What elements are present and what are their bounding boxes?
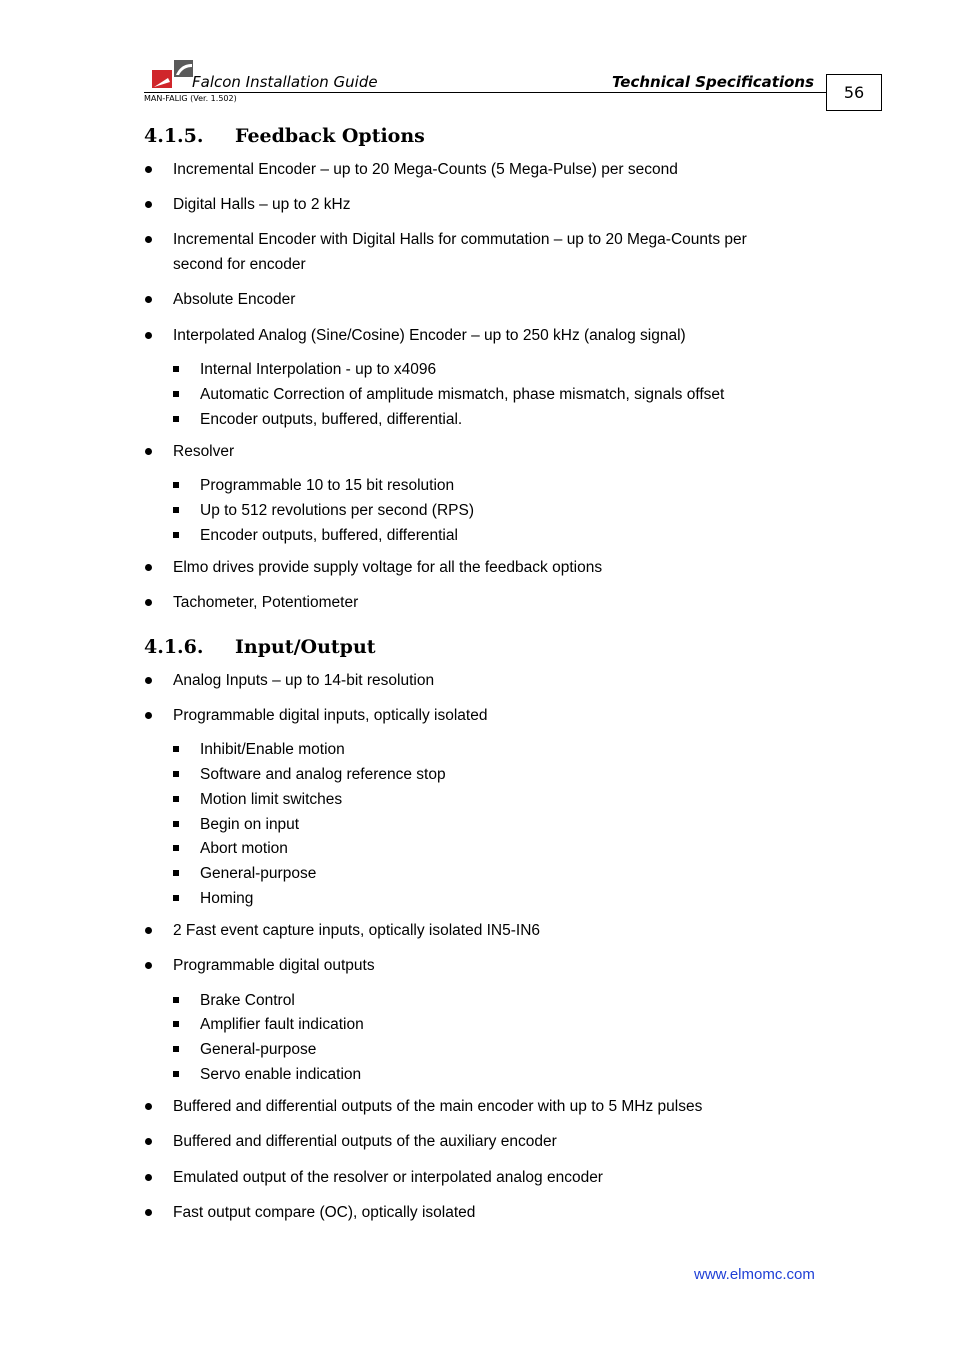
list-item-text: 2 Fast event capture inputs, optically i… [173, 922, 541, 939]
bullet-icon [144, 157, 152, 173]
sub-list-item-text: Amplifier fault indication [200, 1016, 364, 1033]
page-header: Falcon Installation Guide Technical Spec… [144, 56, 882, 116]
list-item-text: Incremental Encoder – up to 20 Mega-Coun… [173, 161, 678, 178]
list-item-text: Buffered and differential outputs of the… [173, 1098, 703, 1115]
square-bullet-icon [173, 771, 179, 777]
section-heading-input-output: 4.1.6. Input/Output [144, 636, 376, 658]
list-item-text: Absolute Encoder [173, 291, 296, 308]
section-number: 4.1.6. [144, 636, 204, 658]
header-section-title: Technical Specifications [611, 73, 814, 91]
square-bullet-icon [173, 391, 179, 397]
website-link[interactable]: www.elmomc.com [694, 1266, 815, 1283]
sub-list-item-text: Automatic Correction of amplitude mismat… [200, 386, 725, 403]
bullet-icon [144, 918, 152, 934]
section-number: 4.1.5. [144, 125, 204, 147]
sub-list-item-text: Motion limit switches [200, 791, 343, 808]
bullet-icon [144, 227, 152, 243]
sub-list-item-text: Begin on input [200, 816, 300, 833]
square-bullet-icon [173, 507, 179, 513]
bullet-icon [144, 953, 152, 969]
list-item-text: Fast output compare (OC), optically isol… [173, 1204, 476, 1221]
list-item-text: Tachometer, Potentiometer [173, 594, 359, 611]
square-bullet-icon [173, 366, 179, 372]
list-item-text: Emulated output of the resolver or inter… [173, 1169, 603, 1186]
square-bullet-icon [173, 746, 179, 752]
guide-title: Falcon Installation Guide [192, 73, 378, 91]
sub-list-item-text: Up to 512 revolutions per second (RPS) [200, 502, 474, 519]
square-bullet-icon [173, 796, 179, 802]
section-heading-feedback-options: 4.1.5. Feedback Options [144, 125, 425, 147]
page-number: 56 [826, 74, 882, 111]
bullet-icon [144, 192, 152, 208]
list-item-text: Incremental Encoder with Digital Halls f… [173, 231, 747, 273]
square-bullet-icon [173, 845, 179, 851]
bullet-icon [144, 1094, 152, 1110]
section-title: Feedback Options [235, 125, 425, 147]
list-item-text: Analog Inputs – up to 14-bit resolution [173, 672, 435, 689]
list-item-text: Programmable digital inputs, optically i… [173, 707, 488, 724]
list-item-text: Interpolated Analog (Sine/Cosine) Encode… [173, 327, 686, 344]
square-bullet-icon [173, 482, 179, 488]
list-item-text: Programmable digital outputs [173, 957, 375, 974]
sub-list-item-text: Software and analog reference stop [200, 766, 446, 783]
sub-list-item-text: Abort motion [200, 840, 288, 857]
square-bullet-icon [173, 870, 179, 876]
document-version: MAN-FALIG (Ver. 1.502) [144, 94, 237, 103]
sub-list-item-text: General-purpose [200, 865, 317, 882]
list-item-text: Resolver [173, 443, 235, 460]
sub-list-item-text: Servo enable indication [200, 1066, 362, 1083]
bullet-icon [144, 439, 152, 455]
bullet-icon [144, 1200, 152, 1216]
square-bullet-icon [173, 1071, 179, 1077]
square-bullet-icon [173, 1021, 179, 1027]
sub-list-item-text: Homing [200, 890, 254, 907]
bullet-icon [144, 287, 152, 303]
list-item-text: Elmo drives provide supply voltage for a… [173, 559, 603, 576]
square-bullet-icon [173, 895, 179, 901]
square-bullet-icon [173, 821, 179, 827]
sub-list-item-text: General-purpose [200, 1041, 317, 1058]
sub-list-item-text: Encoder outputs, buffered, differential [200, 527, 458, 544]
sub-list-item-text: Inhibit/Enable motion [200, 741, 345, 758]
bullet-icon [144, 668, 152, 684]
list-item-text: Buffered and differential outputs of the… [173, 1133, 557, 1150]
bullet-icon [144, 555, 152, 571]
list-item-text: Digital Halls – up to 2 kHz [173, 196, 351, 213]
square-bullet-icon [173, 997, 179, 1003]
square-bullet-icon [173, 532, 179, 538]
sub-list-item-text: Internal Interpolation - up to x4096 [200, 361, 437, 378]
header-rule [144, 92, 826, 93]
square-bullet-icon [173, 1046, 179, 1052]
sub-list-item-text: Programmable 10 to 15 bit resolution [200, 477, 455, 494]
bullet-icon [144, 590, 152, 606]
bullet-icon [144, 1129, 152, 1145]
sub-list-item-text: Brake Control [200, 992, 295, 1009]
bullet-icon [144, 323, 152, 339]
bullet-icon [144, 703, 152, 719]
bullet-icon [144, 1165, 152, 1181]
elmo-logo-icon [152, 60, 193, 88]
square-bullet-icon [173, 416, 179, 422]
section-title: Input/Output [235, 636, 376, 658]
sub-list-item-text: Encoder outputs, buffered, differential. [200, 411, 463, 428]
